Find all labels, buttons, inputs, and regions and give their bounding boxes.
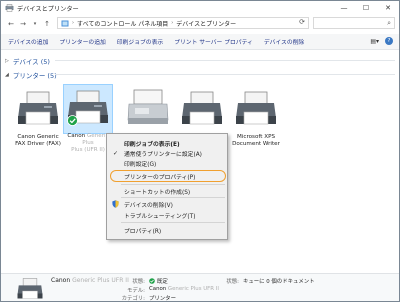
breadcrumb-devices-printers[interactable]: デバイスとプリンター <box>176 19 236 28</box>
menu-separator <box>121 184 225 185</box>
details-pane: Canon Generic Plus UFR II 状態: 既定 状態: キュー… <box>1 273 399 302</box>
printer-item-selected[interactable]: Canon Generic Plus Plus (UFR II) <box>63 84 113 153</box>
add-printer-button[interactable]: プリンターの追加 <box>59 37 105 46</box>
printer-name: Microsoft XPS Document Writer <box>232 134 280 147</box>
default-check-icon <box>149 278 155 284</box>
shield-icon <box>112 200 119 208</box>
menu-item-properties[interactable]: プロパティ(R) <box>107 225 227 235</box>
menu-item-troubleshoot[interactable]: トラブルシューティング(T) <box>107 210 227 220</box>
menu-item-set-default[interactable]: ✓ 通常使うプリンターに設定(A) <box>107 148 227 158</box>
printer-item[interactable]: Canon Generic FAX Driver (FAX) <box>13 86 63 148</box>
chevron-right-icon: ▷ <box>5 58 9 64</box>
category-label: カテゴリ: <box>121 296 145 302</box>
window-title: デバイスとプリンター <box>17 5 79 13</box>
menu-separator <box>121 222 225 223</box>
menu-item-printing-preferences[interactable]: 印刷設定(G) <box>107 158 227 168</box>
breadcrumb-separator: › <box>171 20 174 26</box>
devices-group-header[interactable]: ▷ デバイス (5) <box>5 56 395 66</box>
fax-icon <box>127 89 169 124</box>
printer-name: Canon Generic Plus Plus (UFR II) <box>67 133 109 153</box>
back-arrow-icon[interactable]: ← <box>5 18 17 30</box>
help-icon[interactable]: ? <box>385 37 393 45</box>
add-device-button[interactable]: デバイスの追加 <box>8 37 48 46</box>
printer-item[interactable] <box>123 86 173 132</box>
close-button[interactable]: ✕ <box>377 1 399 15</box>
group-divider <box>55 74 395 75</box>
search-input[interactable]: ⌕ <box>313 17 395 29</box>
check-icon: ✓ <box>113 149 119 157</box>
state-value: 既定 <box>149 277 168 285</box>
printer-name: Canon Generic FAX Driver (FAX) <box>15 134 61 147</box>
command-bar: デバイスの追加 プリンターの追加 印刷ジョブの表示 プリント サーバー プロパテ… <box>1 34 399 50</box>
printer-icon <box>182 91 222 125</box>
menu-item-create-shortcut[interactable]: ショートカットの作成(S) <box>107 186 227 196</box>
printer-item[interactable]: Microsoft XPS Document Writer <box>231 86 281 148</box>
breadcrumb-separator: › <box>72 20 74 26</box>
refresh-icon[interactable]: ⟳ <box>299 18 305 26</box>
state-label: 状態: <box>132 279 145 285</box>
printer-icon <box>236 91 276 125</box>
up-arrow-icon[interactable]: ↑ <box>41 18 53 30</box>
context-menu: 印刷ジョブの表示(E) ✓ 通常使うプリンターに設定(A) 印刷設定(G) プリン… <box>106 133 228 240</box>
default-check-icon <box>67 115 78 126</box>
recent-dropdown-icon[interactable]: ▾ <box>29 18 41 30</box>
devices-group-label: デバイス (5) <box>12 58 50 66</box>
title-bar: デバイスとプリンター — ☐ ✕ <box>1 1 399 15</box>
model-label: モデル: <box>127 288 145 294</box>
menu-item-remove-device[interactable]: デバイスの削除(V) <box>107 199 227 209</box>
search-icon: ⌕ <box>387 19 391 27</box>
menu-item-see-print-jobs[interactable]: 印刷ジョブの表示(E) <box>107 138 227 148</box>
group-divider <box>55 60 395 61</box>
model-value: Canon Generic Plus UFR II <box>149 286 219 292</box>
devices-printers-window: デバイスとプリンター — ☐ ✕ ← → ▾ ↑ › すべてのコントロール パネ… <box>0 0 400 302</box>
remove-device-button[interactable]: デバイスの削除 <box>264 37 304 46</box>
printers-group-header[interactable]: ◢ プリンター (5) <box>5 70 395 80</box>
see-print-jobs-button[interactable]: 印刷ジョブの表示 <box>117 37 163 46</box>
status-value: キューに 0 個のドキュメント <box>243 279 315 285</box>
status-label: 状態: <box>226 279 239 285</box>
print-server-properties-button[interactable]: プリント サーバー プロパティ <box>174 37 253 46</box>
address-bar[interactable]: › すべてのコントロール パネル項目 › デバイスとプリンター ⟳ <box>57 17 309 29</box>
forward-arrow-icon[interactable]: → <box>17 18 29 30</box>
navigation-bar: ← → ▾ ↑ › すべてのコントロール パネル項目 › デバイスとプリンター … <box>1 16 399 31</box>
breadcrumb-control-panel[interactable]: すべてのコントロール パネル項目 <box>77 19 168 28</box>
maximize-button[interactable]: ☐ <box>355 1 377 15</box>
printer-item[interactable] <box>177 86 227 132</box>
printer-icon <box>18 91 58 125</box>
category-value: プリンター <box>149 296 176 302</box>
chevron-down-icon: ◢ <box>5 72 9 78</box>
menu-item-printer-properties[interactable]: プリンターのプロパティ(P) <box>107 171 227 181</box>
printer-icon <box>17 278 43 299</box>
control-panel-icon <box>61 20 69 26</box>
view-options-icon[interactable]: ▤▾ <box>370 38 379 45</box>
printers-group-label: プリンター (5) <box>12 72 57 80</box>
menu-separator <box>121 197 225 198</box>
minimize-button[interactable]: — <box>333 1 355 15</box>
devices-printers-icon <box>5 4 14 12</box>
